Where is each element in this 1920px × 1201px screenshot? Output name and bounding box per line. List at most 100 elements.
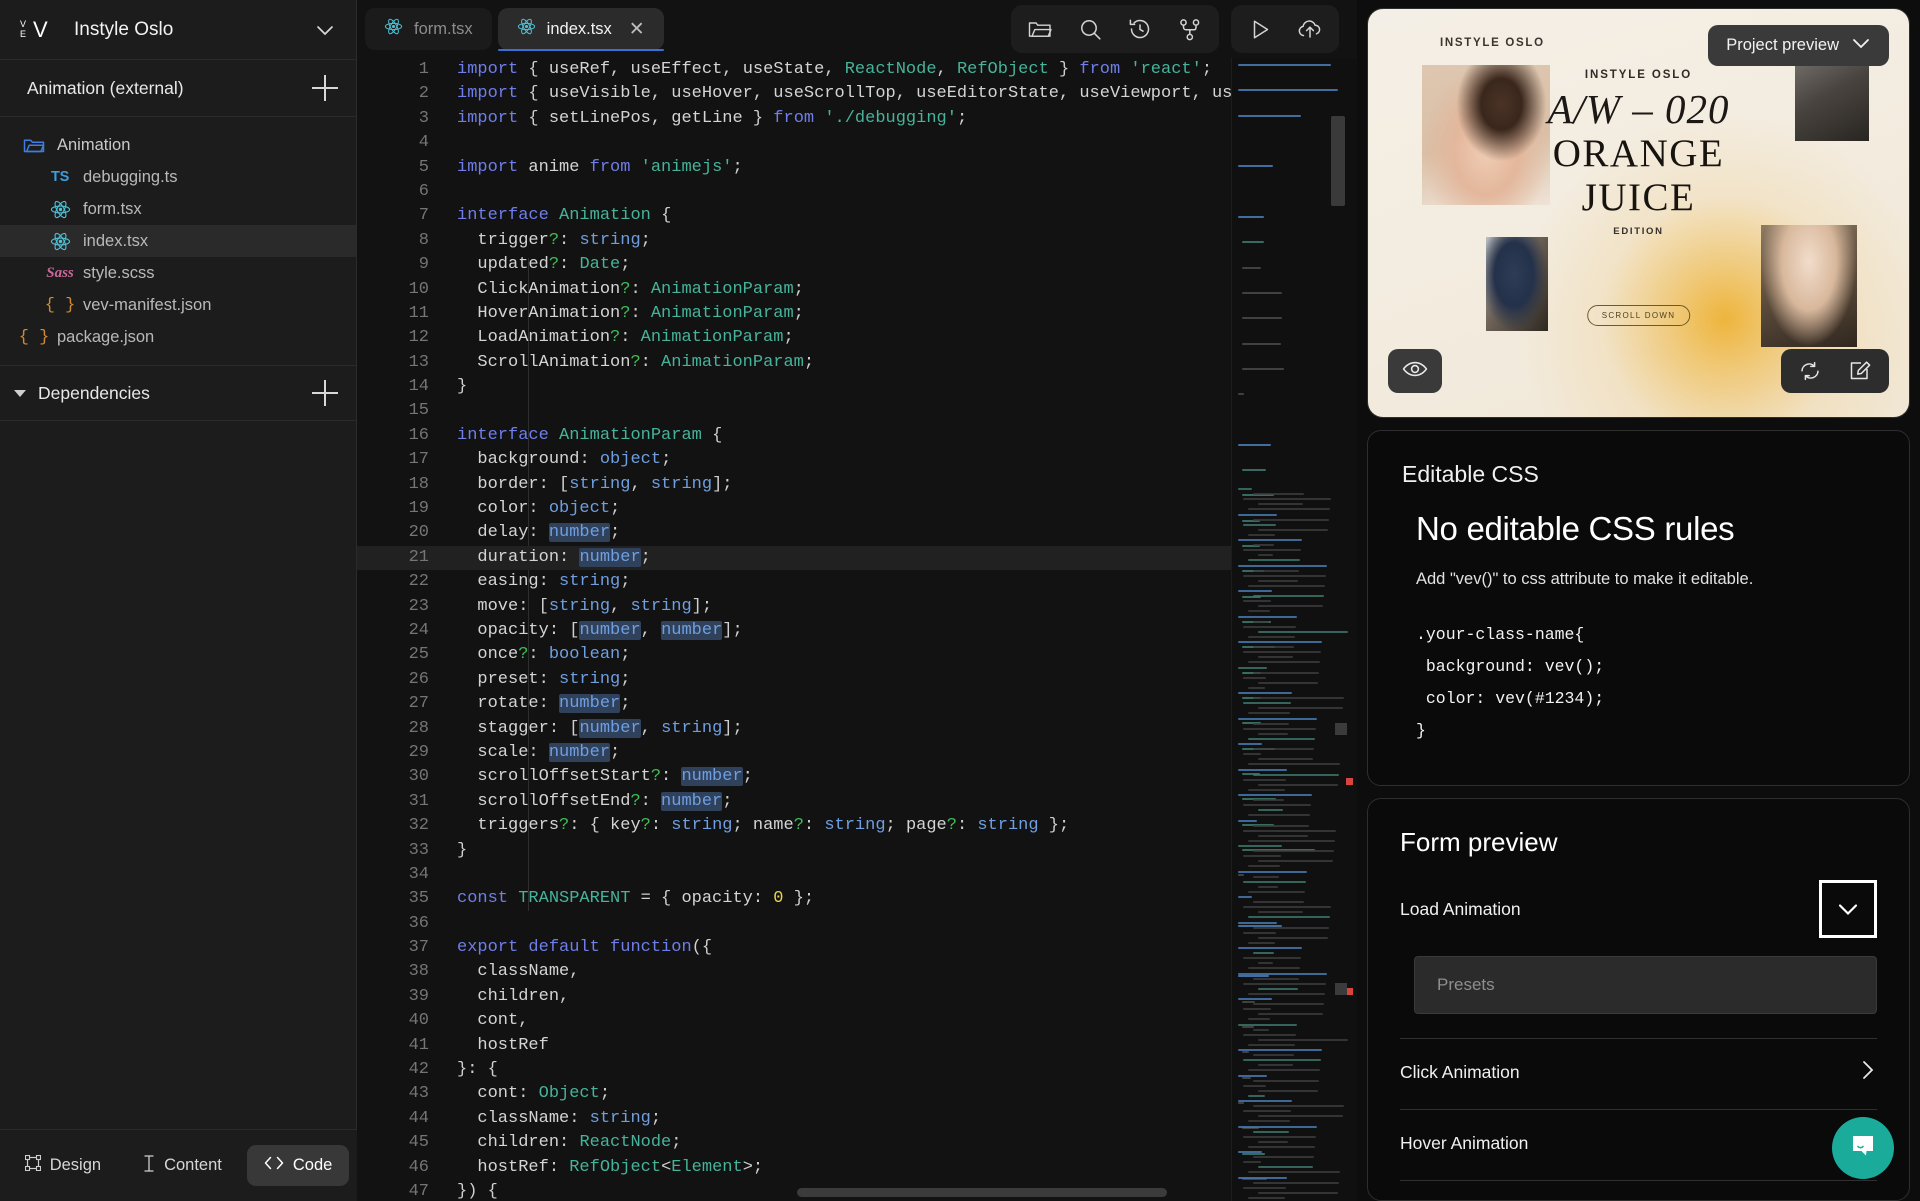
close-icon[interactable]: ✕ [629,20,645,39]
editor-tabs: form.tsx index.tsx ✕ [357,8,1011,51]
tree-item-animation[interactable]: Animation [0,129,356,161]
tree-item-style-scss[interactable]: Sass style.scss [0,257,356,289]
tree-item-debugging-ts[interactable]: TS debugging.ts [0,161,356,193]
svg-text:V: V [20,19,26,29]
tab-index-tsx[interactable]: index.tsx ✕ [497,8,664,51]
preview-headline-line2: JUICE [1581,175,1696,219]
tab-label: form.tsx [414,19,473,38]
form-row-click-animation[interactable]: Click Animation [1400,1039,1877,1105]
edit-icon[interactable] [1837,352,1883,390]
sidebar-section-label: Animation (external) [27,77,184,98]
folder-open-icon[interactable] [1017,10,1063,48]
project-preview-card: INSTYLE OSLO INSTYLE OSLO A/W – 020 ORAN… [1367,8,1910,418]
code-viewport[interactable]: 1 import { useRef, useEffect, useState, R… [357,58,1357,1201]
code-brackets-icon [264,1156,284,1175]
form-row-hover-animation[interactable]: Hover Animation [1400,1110,1877,1176]
editor-toolbar [1011,5,1357,53]
preview-scroll-badge[interactable]: SCROLL DOWN [1586,305,1691,326]
project-title: Instyle Oslo [74,18,174,40]
preview-label: INSTYLE OSLO [1584,69,1693,81]
minimap-slider[interactable] [1331,116,1345,206]
sidebar-section-dependencies[interactable]: Dependencies [0,365,356,421]
preview-edition: EDITION [1613,225,1664,237]
form-preview-title: Form preview [1400,827,1558,857]
tree-item-form-tsx[interactable]: form.tsx [0,193,356,225]
search-icon[interactable] [1067,10,1113,48]
tree-item-label: index.tsx [83,231,149,250]
app-root: V E V Instyle Oslo Animation (external) … [0,0,1920,1201]
mode-button-code[interactable]: Code [246,1145,350,1186]
mode-label: Content [164,1156,222,1174]
minimap-error-marker [1346,988,1353,995]
mode-button-design[interactable]: Design [8,1144,118,1187]
tree-item-label: debugging.ts [83,167,178,186]
chevron-down-icon[interactable] [314,19,336,41]
file-tree: Animation TS debugging.ts form.tsx index… [0,117,356,353]
branch-icon[interactable] [1167,10,1213,48]
editor-minimap[interactable] [1231,58,1357,1201]
add-file-button[interactable] [312,75,338,101]
react-icon [517,18,536,40]
tree-item-vev-manifest-json[interactable]: { } vev-manifest.json [0,289,356,321]
editable-css-heading: No editable CSS rules [1416,510,1735,547]
play-icon[interactable] [1237,10,1283,48]
form-preview-card: Form preview Load Animation Presets Clic… [1367,798,1910,1201]
editable-css-card: Editable CSS No editable CSS rules Add "… [1367,430,1910,786]
refresh-icon[interactable] [1787,352,1833,390]
react-icon [48,230,72,252]
tree-item-label: package.json [57,327,155,346]
chat-bubble-icon [1848,1131,1878,1166]
tab-form-tsx[interactable]: form.tsx [365,8,492,50]
mode-label: Code [292,1156,333,1174]
vev-logo-icon: V E V [20,15,60,45]
form-row-label: Click Animation [1400,1061,1520,1082]
editable-css-subtitle: Add "vev()" to css attribute to make it … [1416,570,1754,588]
preview-brand-top: INSTYLE OSLO [1440,37,1545,49]
tree-item-label: form.tsx [83,199,142,218]
editor-toolbar-group-file [1011,5,1219,53]
preview-image-woman-dress [1761,225,1857,347]
tree-item-index-tsx[interactable]: index.tsx [0,225,356,257]
svg-text:V: V [33,17,48,42]
presets-input[interactable]: Presets [1414,956,1877,1014]
caret-down-icon [14,389,26,397]
form-divider [1400,1180,1877,1181]
right-panel: INSTYLE OSLO INSTYLE OSLO A/W – 020 ORAN… [1357,0,1920,1201]
preview-image-interior [1795,65,1869,141]
sidebar-section-animation: Animation (external) [0,60,356,117]
svg-text:E: E [20,29,26,39]
sidebar-header[interactable]: V E V Instyle Oslo [0,0,356,60]
mode-button-content[interactable]: Content [126,1144,239,1188]
minimap-block [1335,983,1347,995]
transform-icon [24,1154,41,1176]
tab-label: index.tsx [546,19,612,38]
code-editor: form.tsx index.tsx ✕ 1 import {useRef, … [357,0,1357,1201]
chevron-right-icon[interactable] [1859,1058,1877,1087]
eye-icon [1402,359,1428,384]
preview-image-man [1486,237,1548,331]
cloud-upload-icon[interactable] [1287,10,1333,48]
add-dependency-button[interactable] [312,380,338,406]
minimap-error-marker [1346,778,1353,785]
project-preview-dropdown[interactable]: Project preview [1708,25,1889,66]
editor-toolbar-group-run [1231,5,1339,53]
react-icon [48,198,72,220]
code-content[interactable]: 1 import { useRef, useEffect, useState, R… [357,58,1357,1201]
tree-item-label: Animation [57,135,131,154]
typescript-icon: TS [51,169,69,185]
editable-css-title: Editable CSS [1402,461,1539,487]
mode-label: Design [49,1156,102,1174]
preview-visibility-toggle[interactable] [1388,349,1442,393]
history-icon[interactable] [1117,10,1163,48]
preview-headline-line1: ORANGE [1552,132,1725,175]
chevron-down-icon [1851,36,1871,55]
preview-headline-group: INSTYLE OSLO A/W – 020 ORANGE JUICE EDIT… [1499,69,1779,237]
tree-item-package-json[interactable]: { } package.json [0,321,356,353]
editor-tabbar: form.tsx index.tsx ✕ [357,0,1357,58]
box-chevron-down-icon[interactable] [1819,880,1877,938]
folder-icon [22,134,46,156]
dependencies-label: Dependencies [38,382,150,403]
horizontal-scrollbar[interactable] [797,1188,1167,1197]
form-row-load-animation[interactable]: Load Animation [1400,876,1877,942]
intercom-launcher[interactable] [1832,1117,1894,1179]
